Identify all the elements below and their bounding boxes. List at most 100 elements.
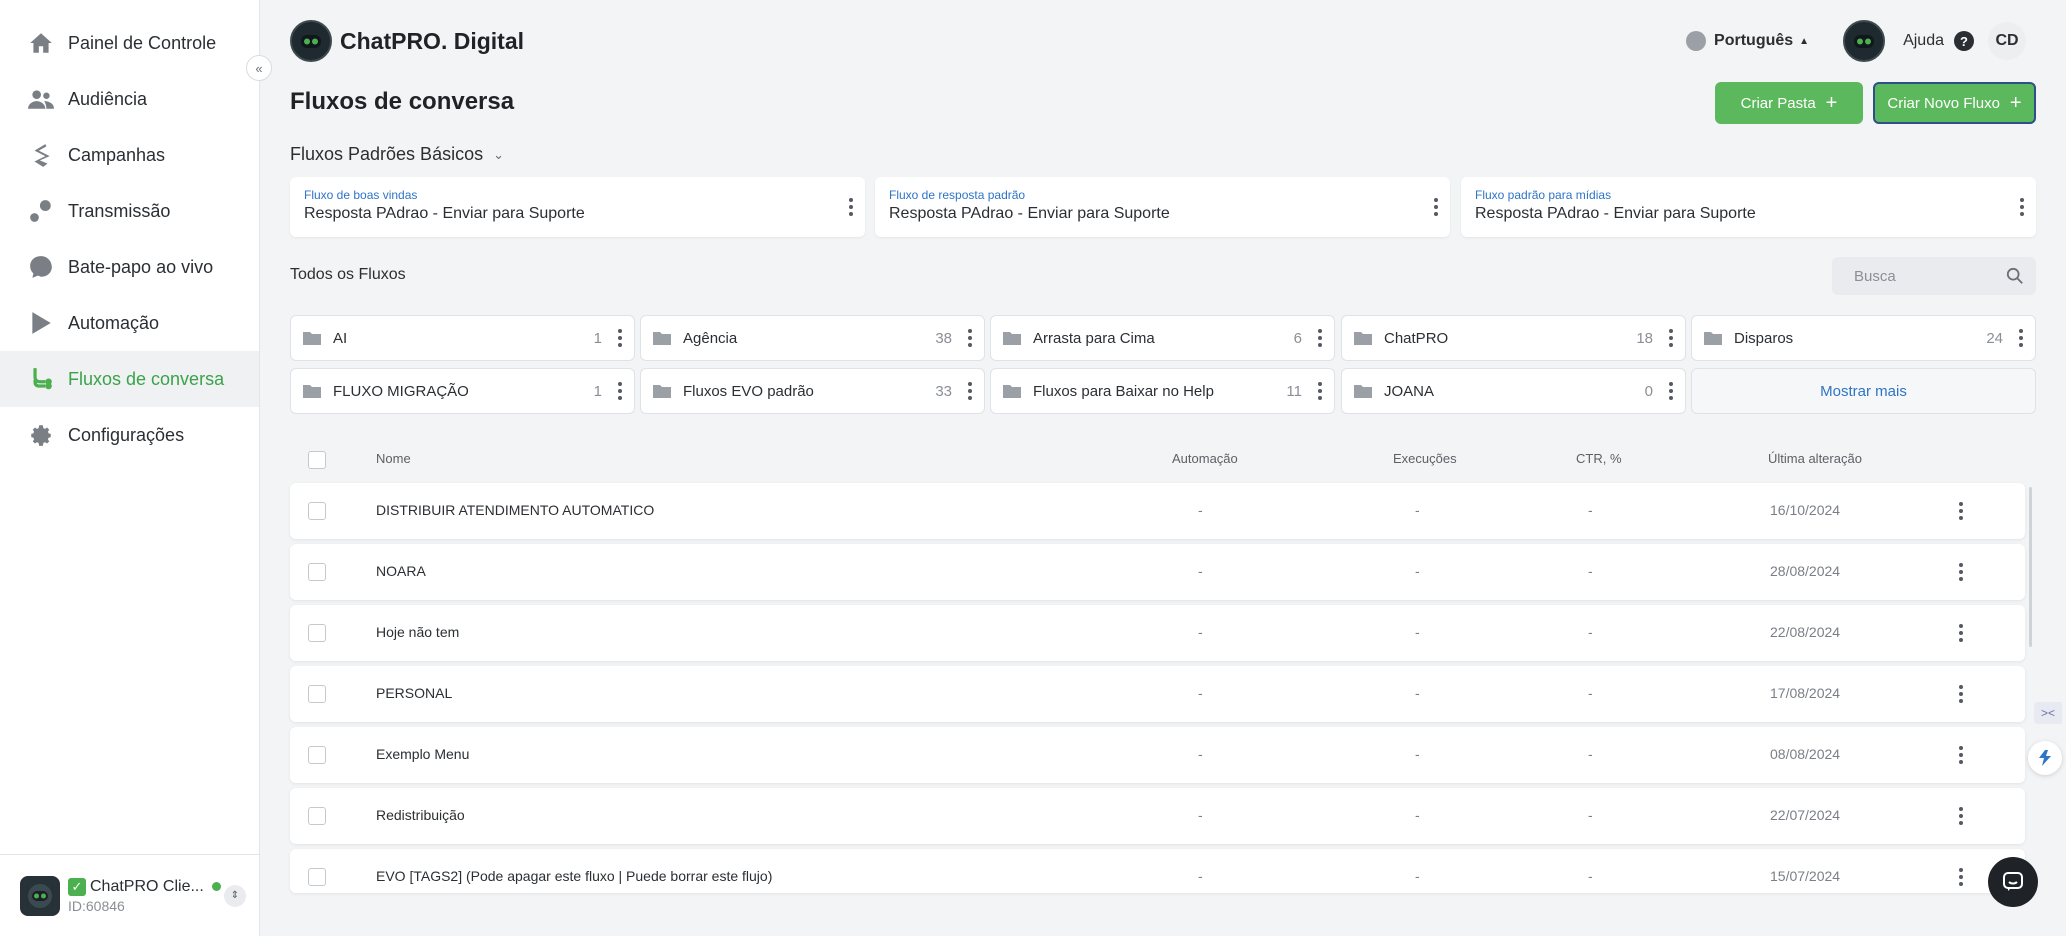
- row-checkbox[interactable]: [308, 685, 326, 703]
- folder-count: 6: [1293, 329, 1302, 347]
- default-flow-label: Fluxo de boas vindas: [304, 188, 418, 202]
- sidebar-item-label: Painel de Controle: [68, 32, 217, 53]
- folder-icon: [653, 332, 671, 345]
- more-options-icon[interactable]: [2019, 329, 2023, 347]
- folder-count: 33: [935, 382, 952, 400]
- folder-count: 0: [1644, 382, 1653, 400]
- assistant-icon[interactable]: [2028, 741, 2062, 775]
- table-row[interactable]: EVO [TAGS2] (Pode apagar este fluxo | Pu…: [290, 849, 2025, 893]
- folder-card[interactable]: JOANA 0: [1341, 368, 1686, 414]
- more-options-icon[interactable]: [2020, 198, 2024, 216]
- folder-card[interactable]: AI 1: [290, 315, 635, 361]
- more-options-icon[interactable]: [1318, 329, 1322, 347]
- flow-name: Hoje não tem: [376, 624, 460, 640]
- row-checkbox[interactable]: [308, 502, 326, 520]
- folder-count: 1: [593, 329, 602, 347]
- table-scrollbar[interactable]: [2029, 487, 2032, 647]
- help-link[interactable]: Ajuda ?: [1903, 31, 1974, 51]
- broadcast-icon: [28, 198, 54, 224]
- user-avatar[interactable]: CD: [1988, 22, 2026, 60]
- more-options-icon[interactable]: [849, 198, 853, 216]
- row-checkbox[interactable]: [308, 868, 326, 886]
- table-row[interactable]: NOARA - - - 28/08/2024: [290, 544, 2025, 600]
- account-switcher[interactable]: ✓ ChatPRO Clie... ID:60846 ⇕: [0, 854, 260, 936]
- table-row[interactable]: Redistribuição - - - 22/07/2024: [290, 788, 2025, 844]
- folder-count: 18: [1636, 329, 1653, 347]
- folder-name: Agência: [683, 329, 738, 347]
- collapse-sidebar-button[interactable]: «: [246, 55, 272, 81]
- row-checkbox[interactable]: [308, 624, 326, 642]
- default-flow-card-reply[interactable]: Fluxo de resposta padrão Resposta PAdrao…: [875, 177, 1450, 237]
- language-selector[interactable]: Português ▲: [1686, 31, 1809, 51]
- default-flow-card-media[interactable]: Fluxo padrão para mídias Resposta PAdrao…: [1461, 177, 2036, 237]
- folder-card[interactable]: Disparos 24: [1691, 315, 2036, 361]
- more-options-icon[interactable]: [1959, 807, 1963, 825]
- folder-name: AI: [333, 329, 348, 347]
- more-options-icon[interactable]: [1669, 382, 1673, 400]
- table-row[interactable]: PERSONAL - - - 17/08/2024: [290, 666, 2025, 722]
- select-all-checkbox[interactable]: [308, 451, 326, 469]
- more-options-icon[interactable]: [618, 329, 622, 347]
- column-header-name[interactable]: Nome: [376, 451, 411, 466]
- automation-cell: -: [1198, 685, 1203, 701]
- folder-card[interactable]: Arrasta para Cima 6: [990, 315, 1335, 361]
- default-flow-card-welcome[interactable]: Fluxo de boas vindas Resposta PAdrao - E…: [290, 177, 865, 237]
- more-options-icon[interactable]: [1959, 685, 1963, 703]
- more-options-icon[interactable]: [1959, 746, 1963, 764]
- sidebar-item-transmissao[interactable]: Transmissão: [0, 183, 259, 239]
- more-options-icon[interactable]: [968, 329, 972, 347]
- sidebar-item-audiencia[interactable]: Audiência: [0, 71, 259, 127]
- sidebar-item-configuracoes[interactable]: Configurações: [0, 407, 259, 463]
- table-row[interactable]: DISTRIBUIR ATENDIMENTO AUTOMATICO - - - …: [290, 483, 2025, 539]
- support-chat-button[interactable]: [1988, 857, 2038, 907]
- more-options-icon[interactable]: [968, 382, 972, 400]
- code-tool-icon[interactable]: ><: [2034, 702, 2062, 724]
- create-flow-button[interactable]: Criar Novo Fluxo +: [1873, 82, 2036, 124]
- folder-card[interactable]: Fluxos EVO padrão 33: [640, 368, 985, 414]
- more-options-icon[interactable]: [1959, 868, 1963, 886]
- sidebar-item-campanhas[interactable]: Campanhas: [0, 127, 259, 183]
- more-options-icon[interactable]: [1959, 563, 1963, 581]
- row-checkbox[interactable]: [308, 807, 326, 825]
- ctr-cell: -: [1588, 685, 1593, 701]
- executions-cell: -: [1415, 868, 1420, 884]
- column-header-executions[interactable]: Execuções: [1393, 451, 1457, 466]
- column-header-ctr[interactable]: CTR, %: [1576, 451, 1622, 466]
- brand-logo[interactable]: ChatPRO. Digital: [290, 20, 524, 62]
- robot-logo-icon: [290, 20, 332, 62]
- column-header-last-change[interactable]: Última alteração: [1768, 451, 1862, 466]
- executions-cell: -: [1415, 624, 1420, 640]
- sidebar-item-bate-papo[interactable]: Bate-papo ao vivo: [0, 239, 259, 295]
- more-options-icon[interactable]: [1318, 382, 1322, 400]
- more-options-icon[interactable]: [1959, 502, 1963, 520]
- folder-card[interactable]: FLUXO MIGRAÇÃO 1: [290, 368, 635, 414]
- column-header-automation[interactable]: Automação: [1172, 451, 1238, 466]
- folder-count: 24: [1986, 329, 2003, 347]
- sidebar-item-fluxos-de-conversa[interactable]: Fluxos de conversa: [0, 351, 259, 407]
- last-change-cell: 22/07/2024: [1770, 807, 1841, 823]
- flow-name: Exemplo Menu: [376, 746, 470, 762]
- search-icon[interactable]: [2006, 267, 2024, 285]
- row-checkbox[interactable]: [308, 563, 326, 581]
- row-checkbox[interactable]: [308, 746, 326, 764]
- folder-card[interactable]: Agência 38: [640, 315, 985, 361]
- more-options-icon[interactable]: [1669, 329, 1673, 347]
- default-flow-label: Fluxo padrão para mídias: [1475, 188, 1612, 202]
- more-options-icon[interactable]: [1959, 624, 1963, 642]
- table-row[interactable]: Hoje não tem - - - 22/08/2024: [290, 605, 2025, 661]
- sidebar-item-automacao[interactable]: Automação: [0, 295, 259, 351]
- bot-avatar[interactable]: [1843, 20, 1886, 62]
- more-options-icon[interactable]: [1434, 198, 1438, 216]
- table-row[interactable]: Exemplo Menu - - - 08/08/2024: [290, 727, 2025, 783]
- default-flows-toggle[interactable]: Fluxos Padrões Básicos ⌄: [290, 144, 504, 165]
- page-title: Fluxos de conversa: [290, 88, 515, 115]
- show-more-button[interactable]: Mostrar mais: [1691, 368, 2036, 414]
- more-options-icon[interactable]: [618, 382, 622, 400]
- ctr-cell: -: [1588, 502, 1593, 518]
- switch-account-icon[interactable]: ⇕: [224, 884, 246, 907]
- folder-card[interactable]: ChatPRO 18: [1341, 315, 1686, 361]
- sidebar-item-painel-de-controle[interactable]: Painel de Controle: [0, 15, 259, 71]
- create-folder-button[interactable]: Criar Pasta +: [1715, 82, 1863, 124]
- automation-cell: -: [1198, 868, 1203, 884]
- folder-card[interactable]: Fluxos para Baixar no Help 11: [990, 368, 1335, 414]
